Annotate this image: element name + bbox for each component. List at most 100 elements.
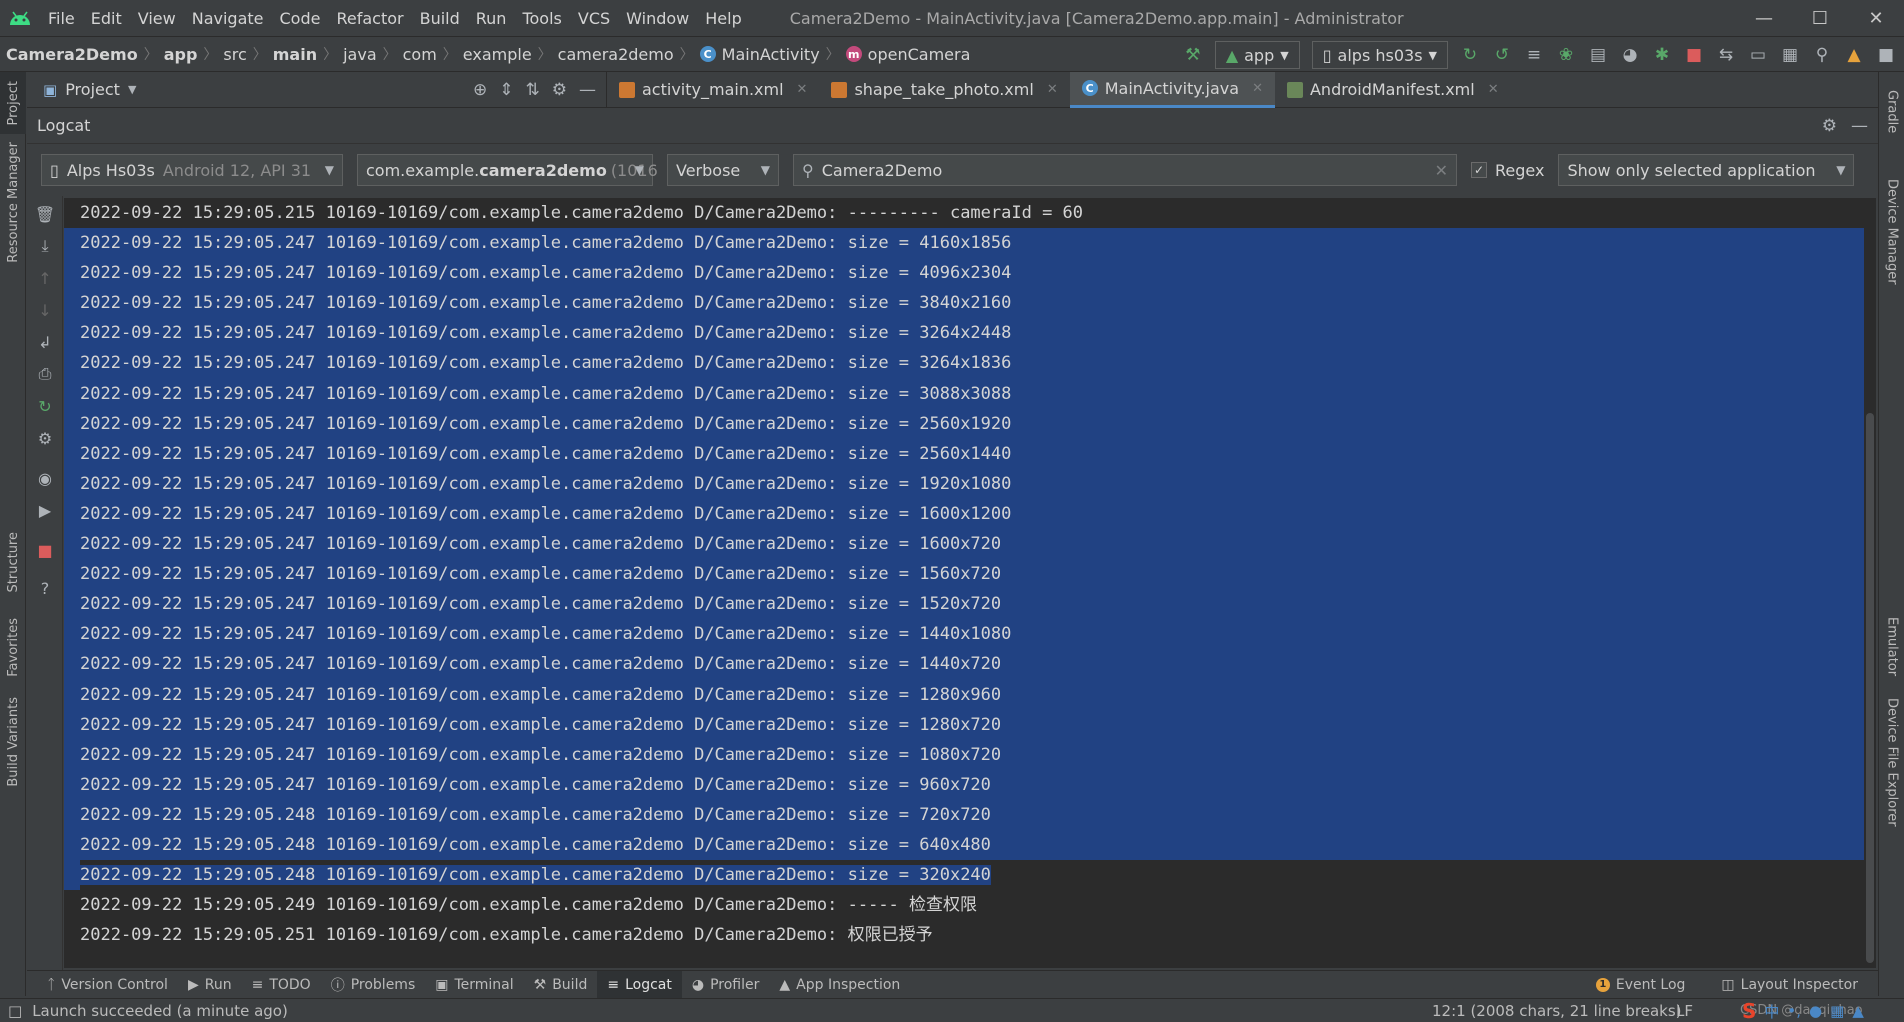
process-filter-select[interactable]: com.example. camera2demo (1016 ▼ <box>357 154 658 186</box>
close-tab-icon[interactable]: ✕ <box>797 82 808 97</box>
breadcrumb-project[interactable]: Camera2Demo <box>0 45 144 64</box>
caret-position[interactable]: 12:1 (2008 chars, 21 line breaks) <box>1432 1002 1682 1020</box>
punctuation-icon[interactable]: •, <box>1787 1002 1801 1020</box>
apply-changes-icon[interactable]: ↺ <box>1488 41 1516 69</box>
app-filter-select[interactable]: Show only selected application ▼ <box>1558 154 1855 186</box>
attach-process-icon[interactable]: ✱ <box>1648 41 1676 69</box>
log-line[interactable]: 2022-09-22 15:29:05.247 10169-10169/com.… <box>64 408 1864 439</box>
log-line[interactable]: 2022-09-22 15:29:05.247 10169-10169/com.… <box>64 529 1864 560</box>
breadcrumb-package[interactable]: camera2demo <box>552 45 680 64</box>
logcat-scrollbar[interactable] <box>1864 198 1876 968</box>
log-line[interactable]: 2022-09-22 15:29:05.247 10169-10169/com.… <box>64 498 1864 530</box>
soft-wrap-icon[interactable]: ↲ <box>33 330 57 354</box>
breadcrumb-main[interactable]: main <box>267 45 323 64</box>
log-line[interactable]: 2022-09-22 15:29:05.247 10169-10169/com.… <box>64 679 1864 710</box>
line-separator[interactable]: LF <box>1676 1002 1693 1020</box>
menu-window[interactable]: Window <box>618 9 697 28</box>
tool-version-control[interactable]: ᛏ Version Control <box>37 971 178 999</box>
sidebar-tab-emulator[interactable]: Emulator <box>1879 602 1904 692</box>
hide-panel-icon[interactable]: — <box>1851 116 1868 136</box>
log-line[interactable]: 2022-09-22 15:29:05.248 10169-10169/com.… <box>64 799 1864 830</box>
log-line[interactable]: 2022-09-22 15:29:05.247 10169-10169/com.… <box>64 589 1864 620</box>
log-line[interactable]: 2022-09-22 15:29:05.247 10169-10169/com.… <box>64 649 1864 680</box>
coverage-icon[interactable]: ≡ <box>1520 41 1548 69</box>
gear-icon[interactable]: ⚙ <box>552 80 567 100</box>
menu-edit[interactable]: Edit <box>83 9 130 28</box>
breadcrumb-module[interactable]: app <box>158 45 204 64</box>
account-icon[interactable]: ■ <box>1872 41 1900 69</box>
log-line[interactable]: 2022-09-22 15:29:05.247 10169-10169/com.… <box>64 769 1864 800</box>
keyboard-icon[interactable]: ▦ <box>1830 1002 1844 1020</box>
video-icon[interactable]: ▶ <box>33 498 57 522</box>
breadcrumb-java[interactable]: java <box>337 45 383 64</box>
sidebar-tab-structure[interactable]: Structure <box>0 522 26 602</box>
collapse-all-icon[interactable]: ⇅ <box>526 80 540 100</box>
sdk-manager-icon[interactable]: ▦ <box>1776 41 1804 69</box>
device-manager-icon[interactable]: ▭ <box>1744 41 1772 69</box>
breadcrumb-example[interactable]: example <box>457 45 538 64</box>
stop-icon[interactable]: ■ <box>33 538 57 562</box>
log-line[interactable]: 2022-09-22 15:29:05.247 10169-10169/com.… <box>64 378 1864 409</box>
tool-app-inspection[interactable]: ▲ App Inspection <box>769 971 910 999</box>
log-line[interactable]: 2022-09-22 15:29:05.247 10169-10169/com.… <box>64 288 1864 319</box>
run-config-select[interactable]: ▲ app ▼ <box>1214 41 1300 69</box>
log-line[interactable]: 2022-09-22 15:29:05.251 10169-10169/com.… <box>64 920 1864 950</box>
close-button[interactable]: ✕ <box>1848 0 1904 36</box>
log-line[interactable]: 2022-09-22 15:29:05.247 10169-10169/com.… <box>64 468 1864 499</box>
help-icon[interactable]: ? <box>33 576 57 600</box>
rerun-icon[interactable]: ↻ <box>1456 41 1484 69</box>
log-line[interactable]: 2022-09-22 15:29:05.247 10169-10169/com.… <box>64 739 1864 770</box>
log-line[interactable]: 2022-09-22 15:29:05.215 10169-10169/com.… <box>64 198 1864 228</box>
locate-icon[interactable]: ⊕ <box>473 80 487 100</box>
restart-icon[interactable]: ↻ <box>33 394 57 418</box>
tool-build[interactable]: ⚒ Build <box>524 971 598 999</box>
sidebar-tab-build-variants[interactable]: Build Variants <box>0 692 26 792</box>
menu-vcs[interactable]: VCS <box>570 9 618 28</box>
log-line[interactable]: 2022-09-22 15:29:05.247 10169-10169/com.… <box>64 258 1864 289</box>
breadcrumb-class[interactable]: C MainActivity <box>694 45 826 64</box>
menu-help[interactable]: Help <box>697 9 749 28</box>
tab-android-manifest-xml[interactable]: AndroidManifest.xml ✕ <box>1275 72 1511 108</box>
tool-terminal[interactable]: ▣ Terminal <box>425 971 523 999</box>
log-line[interactable]: 2022-09-22 15:29:05.248 10169-10169/com.… <box>64 860 1864 891</box>
tab-activity-main-xml[interactable]: activity_main.xml ✕ <box>607 72 819 108</box>
menu-refactor[interactable]: Refactor <box>328 9 411 28</box>
hammer-icon[interactable]: ⚒ <box>1179 41 1207 69</box>
scrollbar-thumb[interactable] <box>1866 413 1874 963</box>
close-tab-icon[interactable]: ✕ <box>1047 82 1058 97</box>
breadcrumb-com[interactable]: com <box>397 45 443 64</box>
menu-navigate[interactable]: Navigate <box>184 9 272 28</box>
ime-language[interactable]: 中 <box>1764 1001 1779 1022</box>
menu-run[interactable]: Run <box>468 9 515 28</box>
breadcrumb-method[interactable]: m openCamera <box>840 45 977 64</box>
profile-icon[interactable]: ◕ <box>1616 41 1644 69</box>
debug-icon[interactable]: ❀ <box>1552 41 1580 69</box>
menu-tools[interactable]: Tools <box>514 9 569 28</box>
tool-logcat[interactable]: ≡ Logcat <box>597 970 682 999</box>
clear-search-icon[interactable]: ✕ <box>1435 161 1448 180</box>
expand-all-icon[interactable]: ⇕ <box>499 80 513 100</box>
tool-event-log[interactable]: 1 Event Log <box>1586 971 1696 999</box>
log-line[interactable]: 2022-09-22 15:29:05.247 10169-10169/com.… <box>64 709 1864 740</box>
gear-icon[interactable]: ⚙ <box>1822 116 1837 136</box>
device-select[interactable]: ▯ alps hs03s ▼ <box>1311 41 1448 69</box>
scroll-to-end-icon[interactable]: ⤓ <box>33 234 57 258</box>
maximize-button[interactable]: ☐ <box>1792 0 1848 36</box>
microphone-icon[interactable]: ● <box>1809 1002 1822 1020</box>
tool-todo[interactable]: ≡ TODO <box>242 971 321 999</box>
tool-layout-inspector[interactable]: ◫ Layout Inspector <box>1711 971 1868 999</box>
log-line[interactable]: 2022-09-22 15:29:05.247 10169-10169/com.… <box>64 619 1864 650</box>
tab-shape-take-photo-xml[interactable]: shape_take_photo.xml ✕ <box>819 72 1069 108</box>
sidebar-tab-device-manager[interactable]: Device Manager <box>1879 167 1904 297</box>
tool-profiler[interactable]: ◕ Profiler <box>682 971 770 999</box>
menu-file[interactable]: File <box>40 9 83 28</box>
tab-main-activity-java[interactable]: C MainActivity.java ✕ <box>1069 71 1275 108</box>
update-icon[interactable]: ▲ <box>1840 41 1868 69</box>
sync-gradle-icon[interactable]: ⇆ <box>1712 41 1740 69</box>
log-line[interactable]: 2022-09-22 15:29:05.247 10169-10169/com.… <box>64 559 1864 590</box>
skin-icon[interactable]: ▲ <box>1852 1002 1864 1020</box>
project-view-select[interactable]: Project <box>65 80 120 99</box>
arrow-up-icon[interactable]: ↑ <box>33 266 57 290</box>
sidebar-tab-gradle[interactable]: Gradle <box>1879 72 1904 152</box>
regex-checkbox[interactable]: ✓ Regex <box>1471 161 1544 180</box>
